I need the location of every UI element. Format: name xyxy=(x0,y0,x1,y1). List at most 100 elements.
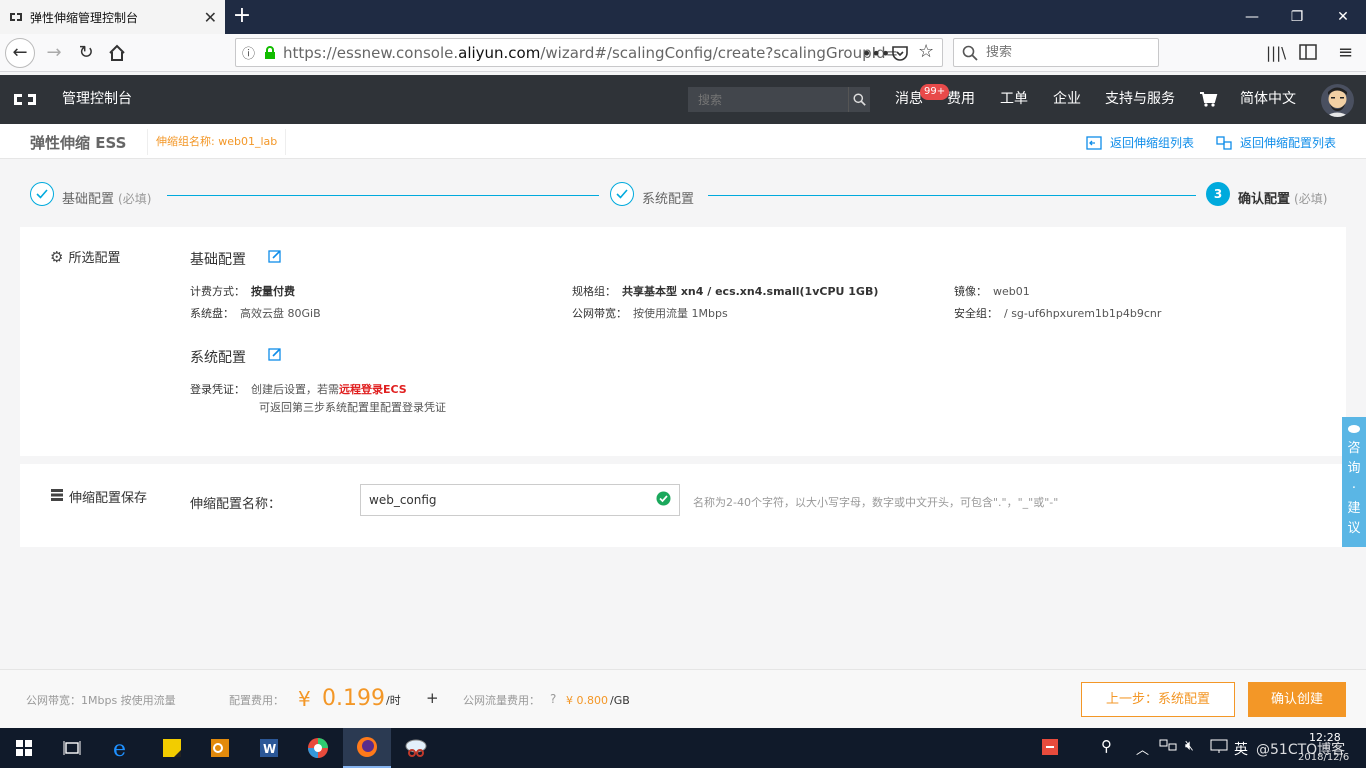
browser-search-input[interactable] xyxy=(986,45,1146,60)
bookmark-star-icon[interactable]: ☆ xyxy=(918,41,934,62)
tray-app-icon[interactable] xyxy=(1041,738,1059,759)
traffic-cost-label: 公网流量费用： xyxy=(463,694,540,707)
plus-sign: + xyxy=(426,689,439,707)
config-name-label: 伸缩配置名称： xyxy=(190,497,282,512)
search-icon xyxy=(962,45,978,61)
system-config-title: 系统配置 xyxy=(190,350,246,366)
nav-messages[interactable]: 消息 xyxy=(895,75,923,124)
minimize-icon[interactable]: — xyxy=(1229,0,1275,34)
valid-check-icon xyxy=(656,491,671,509)
product-title: 弹性伸缩 ESS xyxy=(30,134,127,152)
basic-config-title: 基础配置 xyxy=(190,252,246,268)
step-2-label: 系统配置 xyxy=(642,192,695,207)
browser-tab[interactable]: 弹性伸缩管理控制台 ✕ xyxy=(0,0,225,34)
console-search-icon[interactable] xyxy=(848,87,870,112)
previous-step-button[interactable]: 上一步：系统配置 xyxy=(1081,682,1235,717)
traffic-price: ¥ 0.800 xyxy=(566,694,608,707)
scaling-group-tag: 伸缩组名称: web01_lab xyxy=(147,129,287,155)
sidebar-icon[interactable] xyxy=(1299,44,1317,63)
console-search[interactable] xyxy=(688,87,870,112)
config-name-hint: 名称为2-40个字符，以大小写字母，数字或中文开头，可包含"."，"_"或"-" xyxy=(693,496,1059,509)
config-name-field[interactable] xyxy=(360,484,680,516)
config-name-input[interactable] xyxy=(369,493,656,507)
url-text: https://essnew.console.aliyun.com/wizard… xyxy=(283,43,899,62)
config-cost-label: 配置费用： xyxy=(229,694,284,707)
page-actions-icon[interactable]: ••• xyxy=(862,44,890,63)
nav-billing[interactable]: 费用 xyxy=(947,75,975,124)
console-top-bar: 管理控制台 消息 费用 工单 企业 支持与服务 简体中文 xyxy=(0,75,1366,124)
ime-indicator[interactable]: 英 xyxy=(1234,739,1248,759)
remote-login-ecs-link[interactable]: 远程登录ECS xyxy=(339,383,407,396)
aliyun-logo-icon[interactable] xyxy=(12,75,38,124)
login-credential-note: 可返回第三步系统配置里配置登录凭证 xyxy=(259,401,446,414)
display-icon[interactable] xyxy=(1210,738,1228,757)
browser-search-box[interactable] xyxy=(953,38,1159,67)
edit-basic-config-icon[interactable] xyxy=(268,249,282,266)
footer-bandwidth: 公网带宽：1Mbps 按使用流量 xyxy=(26,694,176,707)
cart-icon[interactable] xyxy=(1198,75,1218,124)
step-1-check-icon xyxy=(30,182,54,206)
pocket-icon[interactable] xyxy=(891,44,909,65)
word-icon[interactable]: W xyxy=(245,728,293,768)
spec-field: 规格组： 共享基本型 xn4 / ecs.xn4.small(1vCPU 1GB) xyxy=(572,285,879,298)
selected-config-heading: ⚙ 所选配置 xyxy=(50,247,121,267)
currency-symbol: ¥ xyxy=(298,687,311,711)
step-connector xyxy=(167,195,599,196)
reload-icon[interactable]: ↻ xyxy=(72,40,100,66)
outlook-icon[interactable] xyxy=(196,728,244,768)
gear-icon: ⚙ xyxy=(50,247,64,266)
color-picker-icon[interactable] xyxy=(294,728,342,768)
nav-tickets[interactable]: 工单 xyxy=(1000,75,1028,124)
console-search-input[interactable] xyxy=(688,92,848,107)
nav-support[interactable]: 支持与服务 xyxy=(1105,75,1175,124)
tab-close-icon[interactable]: ✕ xyxy=(204,8,217,27)
nav-language[interactable]: 简体中文 xyxy=(1240,75,1296,124)
help-question-icon[interactable]: ? xyxy=(550,692,556,706)
ie-browser-icon[interactable]: e xyxy=(98,728,146,768)
tray-expand-icon[interactable]: ︿ xyxy=(1136,739,1149,758)
windows-start-icon[interactable] xyxy=(0,728,48,768)
confirm-create-button[interactable]: 确认创建 xyxy=(1248,682,1346,717)
network-icon[interactable] xyxy=(1159,738,1177,757)
forward-arrow-icon[interactable]: → xyxy=(40,40,68,66)
svg-text:W: W xyxy=(263,742,276,756)
library-icon[interactable]: |||\ xyxy=(1266,44,1286,62)
info-icon[interactable]: ⓘ xyxy=(242,43,255,62)
consult-feedback-tab[interactable]: 咨 询 · 建 议 xyxy=(1342,417,1366,547)
server-stack-icon xyxy=(50,488,64,506)
people-icon[interactable]: ⚲ xyxy=(1101,737,1112,755)
firefox-icon[interactable] xyxy=(343,728,391,768)
window-close-icon[interactable]: ✕ xyxy=(1320,0,1366,34)
bandwidth-field: 公网带宽： 按使用流量 1Mbps xyxy=(572,307,728,320)
nav-enterprise[interactable]: 企业 xyxy=(1053,75,1081,124)
home-icon[interactable] xyxy=(103,40,131,66)
menu-hamburger-icon[interactable]: ≡ xyxy=(1338,42,1353,63)
user-avatar[interactable] xyxy=(1321,84,1354,117)
back-arrow-icon[interactable]: ← xyxy=(5,38,35,68)
login-credential-field: 登录凭证： 创建后设置，若需远程登录ECS xyxy=(190,383,407,396)
system-disk-field: 系统盘： 高效云盘 80GiB xyxy=(190,307,321,320)
restore-icon[interactable]: ❐ xyxy=(1274,0,1320,34)
step-3-number: 3 xyxy=(1206,182,1230,206)
config-list-icon xyxy=(1216,135,1232,150)
sticky-notes-icon[interactable] xyxy=(148,728,196,768)
snipping-tool-icon[interactable] xyxy=(392,728,440,768)
edit-system-config-icon[interactable] xyxy=(268,347,282,364)
step-connector xyxy=(708,195,1196,196)
per-gb-unit: /GB xyxy=(610,694,630,707)
feedback-icon xyxy=(1342,421,1366,439)
return-icon xyxy=(1086,135,1102,150)
aliyun-favicon-icon xyxy=(10,13,22,21)
volume-muted-icon[interactable]: 🔇︎ xyxy=(1185,738,1194,754)
step-1-label: 基础配置 (必填) xyxy=(62,192,152,207)
step-3-label: 确认配置 (必填) xyxy=(1238,192,1328,207)
lock-icon xyxy=(265,45,276,59)
task-view-icon[interactable] xyxy=(48,728,96,768)
security-group-field: 安全组： / sg-uf6hpxurem1b1p4b9cnr xyxy=(954,307,1162,320)
url-bar[interactable]: ⓘ https://essnew.console.aliyun.com/wiza… xyxy=(235,38,943,67)
back-group-list-link[interactable]: 返回伸缩组列表 xyxy=(1086,134,1194,151)
console-home-link[interactable]: 管理控制台 xyxy=(62,75,132,124)
new-tab-icon[interactable]: + xyxy=(230,4,254,28)
back-config-list-link[interactable]: 返回伸缩配置列表 xyxy=(1216,134,1336,151)
blog-watermark: @51CTO博客 xyxy=(1256,742,1346,758)
